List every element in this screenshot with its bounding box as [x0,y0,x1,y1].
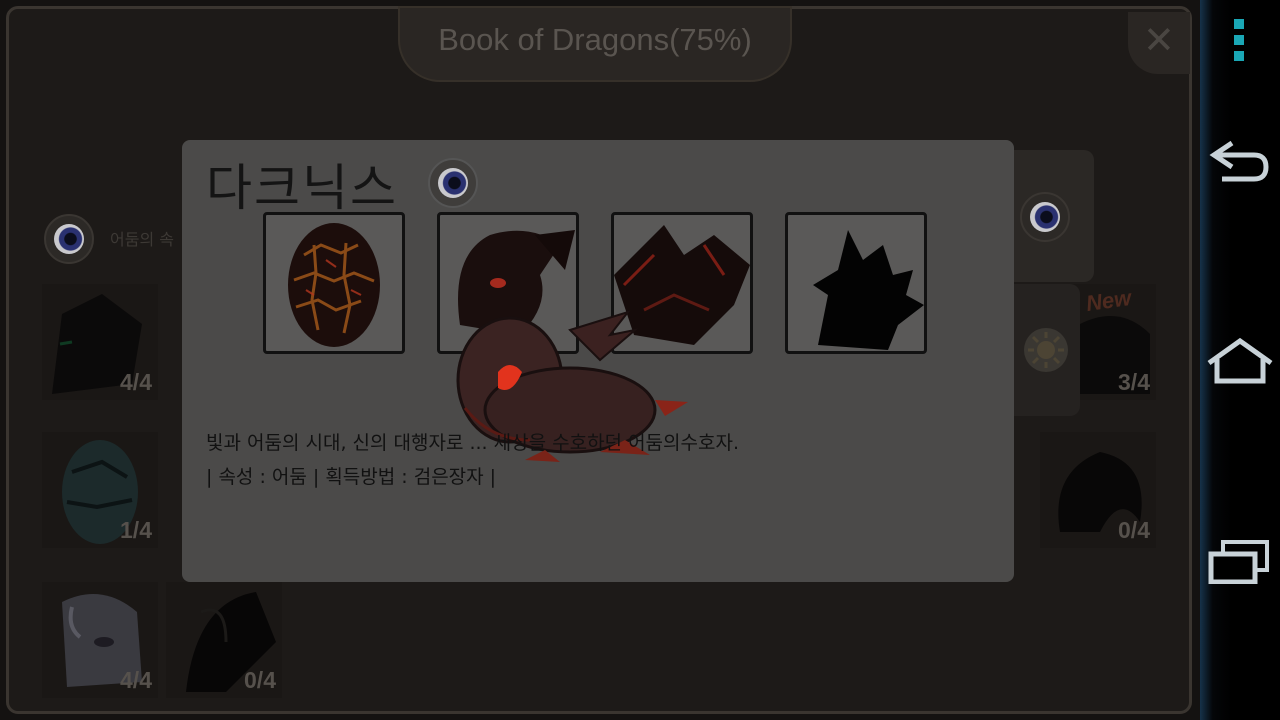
card-count: 3/4 [1118,369,1150,395]
dark-element-icon [1020,192,1070,242]
dragon-attributes: | 속성 : 어둠 | 획득방법 : 검은장자 | [206,466,497,488]
card-count: 4/4 [120,667,152,693]
dark-element-icon [44,214,94,264]
stage-adult[interactable] [785,212,927,354]
egg-image [288,223,380,347]
dragon-card[interactable]: 4/4 [42,284,158,400]
dark-element-icon [428,158,478,208]
sun-icon [1024,328,1068,372]
game-screen: Book of Dragons(75%) ✕ 어둠의 속 4/4 3/4 1/4 [0,0,1200,720]
card-count: 4/4 [120,369,152,395]
system-navigation-bar [1200,0,1280,720]
window-title: Book of Dragons(75%) [438,22,752,57]
element-tab-dark[interactable] [1014,150,1094,282]
home-icon[interactable] [1200,336,1280,386]
adult-dragon-silhouette [813,230,924,350]
card-count: 0/4 [1118,517,1150,543]
dragon-card[interactable]: 0/4 [1040,432,1156,548]
card-count: 0/4 [244,667,276,693]
overflow-menu-icon[interactable] [1200,18,1280,62]
recents-icon[interactable] [1200,536,1280,586]
card-count: 1/4 [120,517,152,543]
dragon-card[interactable]: 4/4 [42,582,158,698]
close-icon[interactable]: ✕ [1143,20,1175,60]
dragon-name: 다크닉스 [206,159,398,217]
element-tab-light[interactable] [1014,284,1080,416]
dragon-card[interactable]: 1/4 [42,432,158,548]
back-icon[interactable] [1200,134,1280,186]
dragon-description: 빛과 어둠의 시대, 신의 대행자로 ... 세상을 수호하던 어둠의수호자. [206,432,739,454]
stage-egg[interactable] [263,212,405,354]
section-label: 어둠의 속 [110,230,174,249]
dragon-card[interactable]: 0/4 [166,582,282,698]
